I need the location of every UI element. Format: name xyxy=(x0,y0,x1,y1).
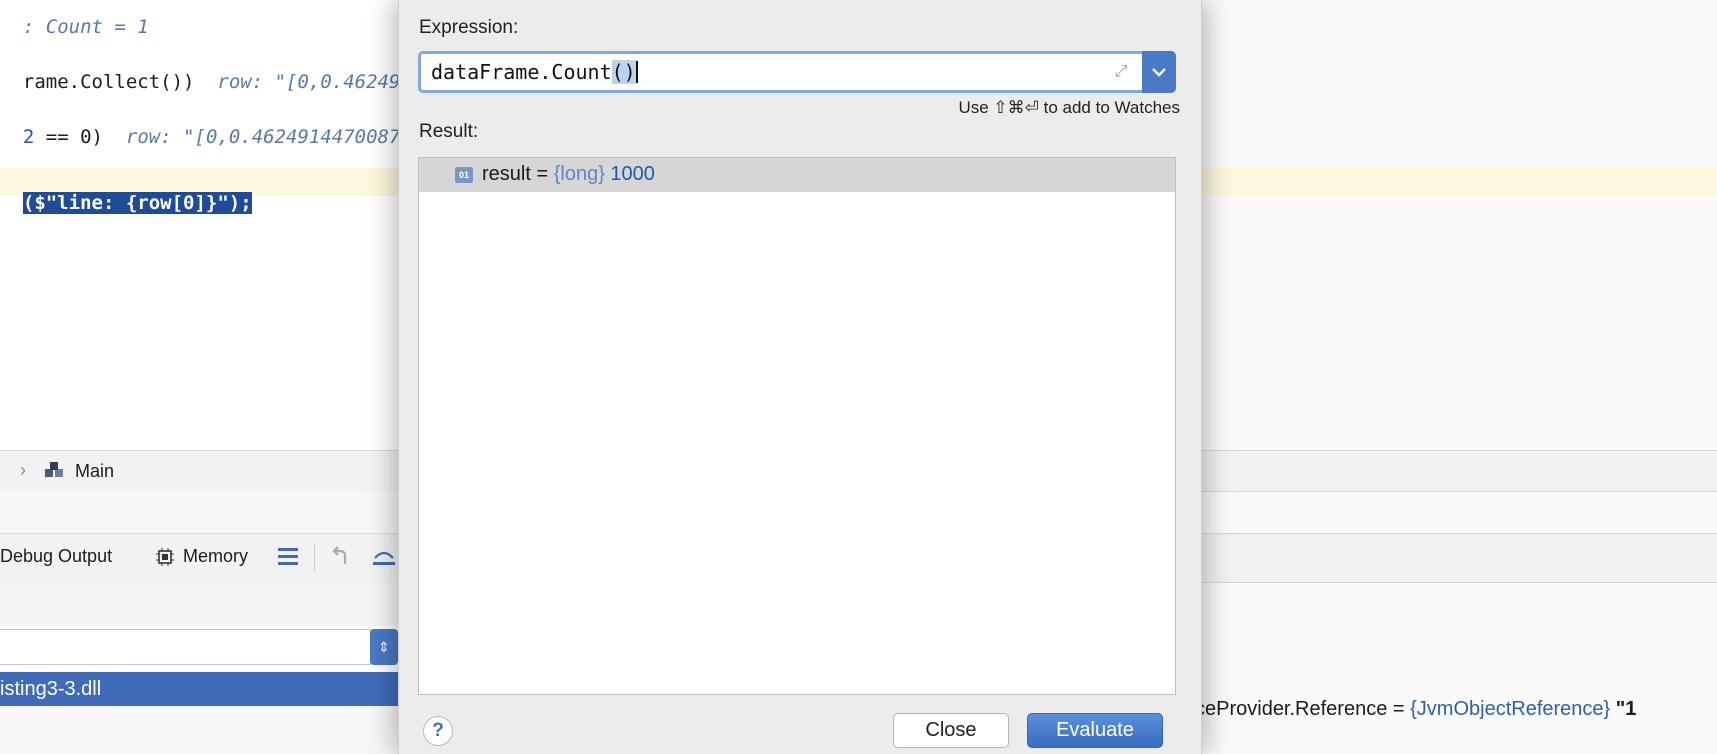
expand-icon[interactable]: ⤢ xyxy=(1111,62,1131,82)
debug-toolbar: Debug Output Memory xyxy=(0,533,398,583)
close-button[interactable]: Close xyxy=(893,713,1009,748)
code-line: : Count = 1 xyxy=(0,0,149,38)
chevron-right-icon[interactable]: › xyxy=(20,460,26,481)
expression-label: Expression: xyxy=(419,17,519,38)
result-value: 1000 xyxy=(604,163,655,185)
step-back-icon[interactable] xyxy=(330,546,352,568)
toolbar-divider xyxy=(314,544,315,572)
breadcrumb: › Main xyxy=(0,450,398,492)
result-row[interactable]: 01 result = {long} 1000 xyxy=(419,158,1175,192)
variable-row[interactable]: ceProvider.Reference = {JvmObjectReferen… xyxy=(1195,698,1636,721)
result-label: Result: xyxy=(419,121,479,142)
tab-label: Memory xyxy=(183,546,249,566)
memory-chip-icon xyxy=(156,547,174,566)
chevron-up-down-icon[interactable]: ⇕ xyxy=(370,629,398,665)
expression-text[interactable]: dataFrame.Count() xyxy=(431,60,638,84)
result-name: result = xyxy=(482,163,554,185)
code-text: == 0) xyxy=(34,126,103,148)
add-to-watches-hint: Use ⇧⌘⏎ to add to Watches xyxy=(958,98,1180,117)
help-button[interactable]: ? xyxy=(423,716,453,746)
frame-list-item-selected[interactable]: isting3-3.dll xyxy=(0,672,398,706)
variable-value: "1 xyxy=(1610,698,1637,720)
result-text: result = {long} 1000 xyxy=(482,163,655,186)
code-line: 2 == 0) row: "[0,0.46249144700872] xyxy=(0,104,423,148)
inline-hint: row: "[0,0.46249144700872] xyxy=(125,126,424,148)
variable-type: {JvmObjectReference} xyxy=(1410,698,1611,720)
inline-hint: : Count = 1 xyxy=(22,16,149,38)
variable-name: ceProvider.Reference = xyxy=(1195,698,1411,720)
code-line-current[interactable]: ($"line: {row[0]}"); xyxy=(0,170,252,214)
result-tree[interactable]: 01 result = {long} 1000 xyxy=(418,157,1176,695)
menu-icon[interactable] xyxy=(277,546,299,566)
tab-debug-output[interactable]: Debug Output xyxy=(0,546,112,567)
breadcrumb-item-main[interactable]: Main xyxy=(43,460,114,482)
result-type: {long} xyxy=(553,163,605,185)
expression-paren: () xyxy=(611,60,636,84)
evaluate-button[interactable]: Evaluate xyxy=(1027,713,1163,748)
selected-code-text[interactable]: ($"line: {row[0]}"); xyxy=(22,192,252,214)
tab-memory[interactable]: Memory xyxy=(155,546,248,567)
panel-spacer xyxy=(0,491,398,533)
tab-label: Debug Output xyxy=(0,546,113,566)
primitive-type-icon: 01 xyxy=(455,167,473,183)
evaluate-expression-dialog: Expression: dataFrame.Count() ⤢ Use ⇧⌘⏎ … xyxy=(398,0,1202,754)
step-over-icon[interactable] xyxy=(372,546,396,568)
text-caret xyxy=(635,61,638,83)
method-icon xyxy=(45,462,63,477)
thread-selector[interactable] xyxy=(0,629,371,665)
frame-list-area xyxy=(0,706,398,754)
current-line-highlight xyxy=(1200,168,1717,196)
expression-input[interactable]: dataFrame.Count() ⤢ xyxy=(418,51,1176,93)
frame-label: isting3-3.dll xyxy=(0,677,102,700)
code-number: 2 xyxy=(22,126,35,148)
breadcrumb-bar-right xyxy=(1200,450,1717,492)
editor-right-area xyxy=(1200,0,1717,754)
panel-spacer xyxy=(0,582,398,626)
code-line: rame.Collect()) row: "[0,0.4624914 xyxy=(0,49,423,93)
code-text: rame.Collect()) xyxy=(22,71,195,93)
inline-hint: row: "[0,0.4624914 xyxy=(217,71,424,93)
chevron-down-icon xyxy=(1152,68,1166,77)
toolbar-right xyxy=(1200,533,1717,583)
history-dropdown-button[interactable] xyxy=(1142,51,1176,93)
expression-value: dataFrame.Count xyxy=(431,60,612,84)
breadcrumb-label: Main xyxy=(75,460,115,481)
